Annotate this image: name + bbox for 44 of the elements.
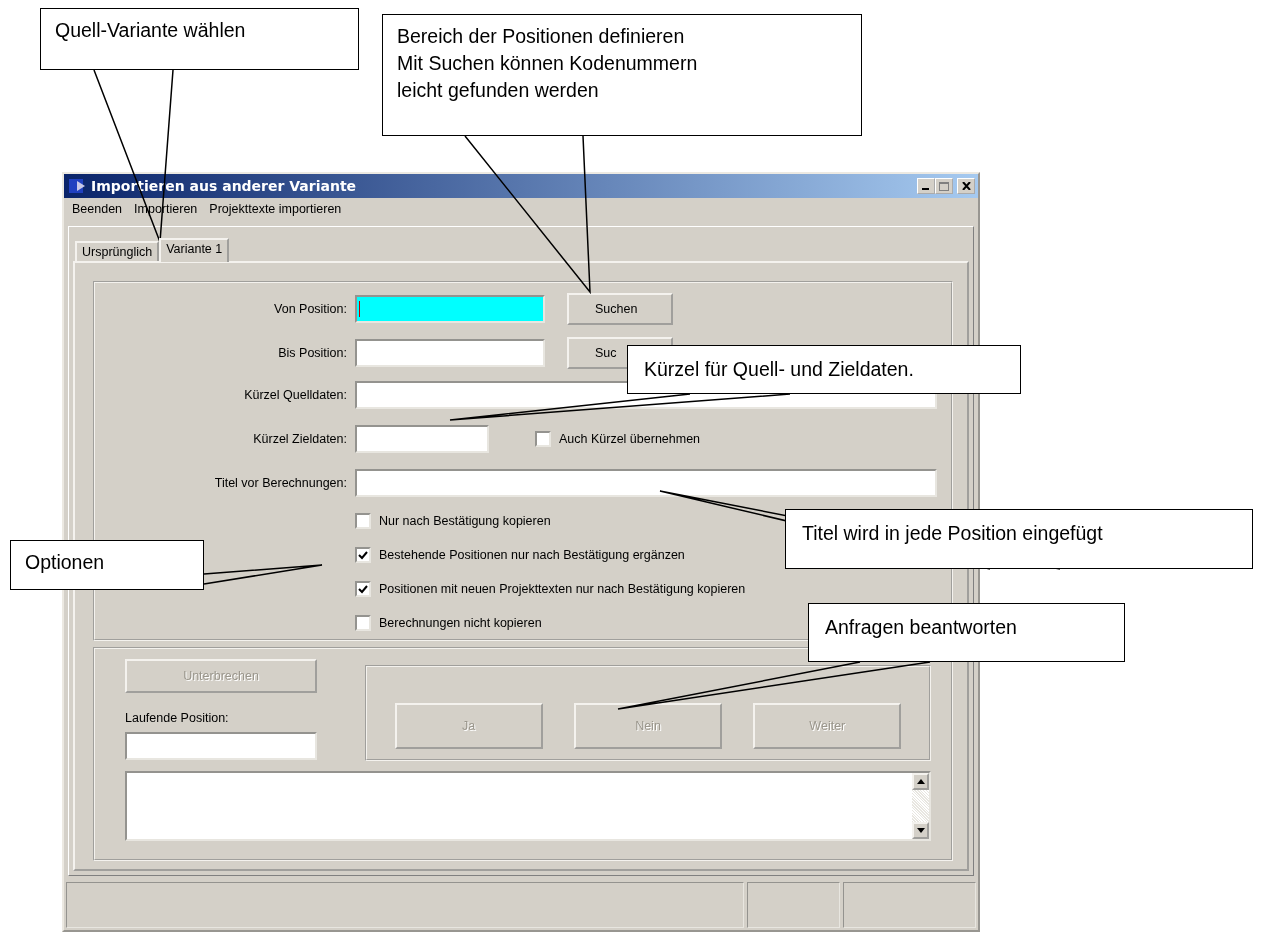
callout-tooltip: Kürzel für Quell- und Zieldaten.	[627, 345, 1021, 394]
callout-tooltip: Quell-Variante wählen	[40, 8, 359, 70]
scroll-up-button[interactable]	[912, 773, 929, 790]
checkbox[interactable]	[535, 431, 551, 447]
input-field[interactable]	[355, 469, 937, 497]
input-field[interactable]	[355, 339, 545, 367]
checkbox[interactable]	[355, 615, 371, 631]
input-field[interactable]	[355, 425, 489, 453]
callout-tooltip: Titel wird in jede Position eingefügt	[785, 509, 1253, 569]
field-label: Kürzel Zieldaten:	[252, 430, 347, 448]
checkbox-label: Bestehende Positionen nur nach Bestätigung ergänzen	[379, 546, 685, 564]
close-button[interactable]	[957, 178, 975, 194]
input-field[interactable]	[355, 295, 545, 323]
maximize-button[interactable]	[935, 178, 953, 194]
tab[interactable]: Ursprünglich	[75, 241, 160, 261]
menu-item[interactable]: Projekttexte importieren	[203, 199, 348, 219]
checkbox[interactable]	[355, 547, 371, 563]
checkbox[interactable]	[355, 513, 371, 529]
close-icon	[961, 182, 971, 190]
app-icon	[67, 177, 87, 195]
checkbox[interactable]	[355, 581, 371, 597]
down-arrow-icon	[916, 828, 925, 833]
field-label: Titel vor Berechnungen:	[213, 474, 347, 492]
tab[interactable]: Variante 1	[159, 238, 230, 262]
field-label: Von Position:	[273, 300, 347, 318]
minimize-button[interactable]	[917, 178, 935, 194]
field-label: Laufende Position:	[125, 710, 230, 727]
menu-item[interactable]: Beenden	[66, 199, 129, 219]
callout-tooltip: Bereich der Positionen definieren Mit Suchen können Kodenummern leicht gefunden werden	[382, 14, 862, 136]
field-label: Bis Position:	[277, 344, 347, 362]
maximize-icon	[939, 181, 949, 191]
callout-tooltip: Anfragen beantworten	[808, 603, 1125, 662]
checkbox-label: Nur nach Bestätigung kopieren	[379, 512, 551, 530]
window-title: Importieren aus anderer Variante	[91, 176, 357, 196]
search-button[interactable]: Suchen	[567, 293, 673, 325]
checkbox-label: Berechnungen nicht kopieren	[379, 614, 542, 632]
field-label: Kürzel Quelldaten:	[243, 386, 347, 404]
checkbox-label: Positionen mit neuen Projekttexten nur nach Bestätigung kopieren	[379, 580, 746, 598]
checkbox-label: Auch Kürzel übernehmen	[559, 430, 701, 448]
scroll-down-button[interactable]	[912, 822, 929, 839]
scrollbar[interactable]	[912, 773, 929, 839]
input-field[interactable]	[125, 731, 317, 760]
callout-tooltip: Optionen	[10, 540, 204, 590]
up-arrow-icon	[916, 779, 925, 784]
